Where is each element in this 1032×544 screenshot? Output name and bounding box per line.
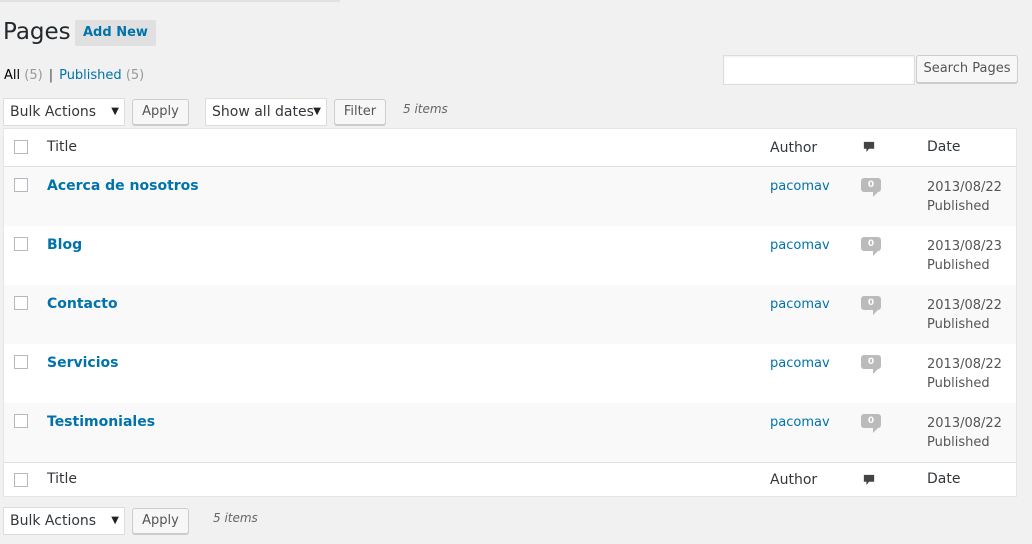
comment-bubble-icon[interactable]	[862, 141, 876, 153]
comment-count-badge[interactable]: 0	[861, 414, 881, 433]
bulk-actions-select-top[interactable]: Bulk Actions ▼	[3, 98, 125, 126]
table-row: Blog pacomav 0 2013/08/23 Published	[4, 226, 1016, 285]
view-published-label: Published	[59, 68, 122, 83]
items-count-top: 5 items	[403, 102, 448, 116]
page-title-link[interactable]: Acerca de nosotros	[47, 178, 199, 194]
page-title-link[interactable]: Testimoniales	[47, 414, 155, 430]
pages-table: Title Author Date Acerca de nosotros pac…	[3, 128, 1017, 497]
view-all-link[interactable]: All (5)	[4, 68, 43, 83]
table-row: Contacto pacomav 0 2013/08/22 Published	[4, 285, 1016, 344]
date-cell: 2013/08/22 Published	[927, 178, 1002, 216]
comment-count-badge[interactable]: 0	[861, 355, 881, 374]
bulk-actions-select-bottom[interactable]: Bulk Actions ▼	[3, 507, 125, 535]
view-filters: All (5) | Published (5)	[4, 68, 144, 84]
table-footer: Title Author Date	[4, 462, 1016, 498]
date-value: 2013/08/23	[927, 239, 1002, 254]
row-checkbox[interactable]	[14, 296, 28, 310]
date-cell: 2013/08/22 Published	[927, 414, 1002, 452]
chevron-down-icon: ▼	[111, 106, 119, 117]
comment-bubble-icon[interactable]	[862, 474, 876, 486]
view-all-count: (5)	[24, 68, 43, 83]
author-link[interactable]: pacomav	[770, 238, 830, 253]
page-title-link[interactable]: Blog	[47, 237, 82, 253]
column-date-footer[interactable]: Date	[927, 471, 960, 487]
search-input[interactable]	[723, 55, 915, 85]
comment-count-badge[interactable]: 0	[861, 178, 881, 197]
table-row: Servicios pacomav 0 2013/08/22 Published	[4, 344, 1016, 403]
chevron-down-icon: ▼	[313, 106, 321, 117]
date-value: 2013/08/22	[927, 416, 1002, 431]
status-value: Published	[927, 258, 990, 273]
column-author: Author	[770, 140, 818, 156]
page-title: Pages	[3, 19, 71, 45]
comment-count-badge[interactable]: 0	[861, 296, 881, 315]
row-checkbox[interactable]	[14, 178, 28, 192]
comment-count-badge[interactable]: 0	[861, 237, 881, 256]
column-title[interactable]: Title	[47, 139, 77, 155]
filter-button[interactable]: Filter	[334, 99, 386, 125]
status-value: Published	[927, 317, 990, 332]
dates-label: Show all dates	[212, 104, 314, 120]
view-published-link[interactable]: Published (5)	[59, 68, 144, 83]
date-cell: 2013/08/23 Published	[927, 237, 1002, 275]
author-link[interactable]: pacomav	[770, 297, 830, 312]
table-row: Acerca de nosotros pacomav 0 2013/08/22 P…	[4, 167, 1016, 226]
row-checkbox[interactable]	[14, 355, 28, 369]
author-link[interactable]: pacomav	[770, 179, 830, 194]
status-value: Published	[927, 199, 990, 214]
date-value: 2013/08/22	[927, 180, 1002, 195]
page-title-link[interactable]: Contacto	[47, 296, 118, 312]
dates-select[interactable]: Show all dates ▼	[205, 98, 327, 126]
date-value: 2013/08/22	[927, 298, 1002, 313]
page-title-link[interactable]: Servicios	[47, 355, 118, 371]
bulk-actions-label: Bulk Actions	[10, 513, 97, 529]
chevron-down-icon: ▼	[111, 515, 119, 526]
row-checkbox[interactable]	[14, 414, 28, 428]
view-separator: |	[48, 68, 54, 83]
select-all-checkbox[interactable]	[14, 140, 28, 154]
apply-button-bottom[interactable]: Apply	[132, 508, 189, 534]
items-count-bottom: 5 items	[213, 511, 258, 525]
status-value: Published	[927, 435, 990, 450]
column-author-footer: Author	[770, 472, 818, 488]
column-date[interactable]: Date	[927, 139, 960, 155]
column-title-footer[interactable]: Title	[47, 471, 77, 487]
top-strip	[0, 0, 340, 2]
bulk-actions-label: Bulk Actions	[10, 104, 97, 120]
view-all-label: All	[4, 68, 21, 83]
add-new-button[interactable]: Add New	[75, 20, 156, 46]
author-link[interactable]: pacomav	[770, 356, 830, 371]
date-value: 2013/08/22	[927, 357, 1002, 372]
status-value: Published	[927, 376, 990, 391]
table-row: Testimoniales pacomav 0 2013/08/22 Publis…	[4, 403, 1016, 462]
apply-button-top[interactable]: Apply	[132, 99, 189, 125]
date-cell: 2013/08/22 Published	[927, 355, 1002, 393]
author-link[interactable]: pacomav	[770, 415, 830, 430]
row-checkbox[interactable]	[14, 237, 28, 251]
date-cell: 2013/08/22 Published	[927, 296, 1002, 334]
view-published-count: (5)	[125, 68, 145, 83]
select-all-checkbox-footer[interactable]	[14, 473, 28, 487]
table-header: Title Author Date	[4, 129, 1016, 167]
search-pages-button[interactable]: Search Pages	[916, 55, 1018, 83]
